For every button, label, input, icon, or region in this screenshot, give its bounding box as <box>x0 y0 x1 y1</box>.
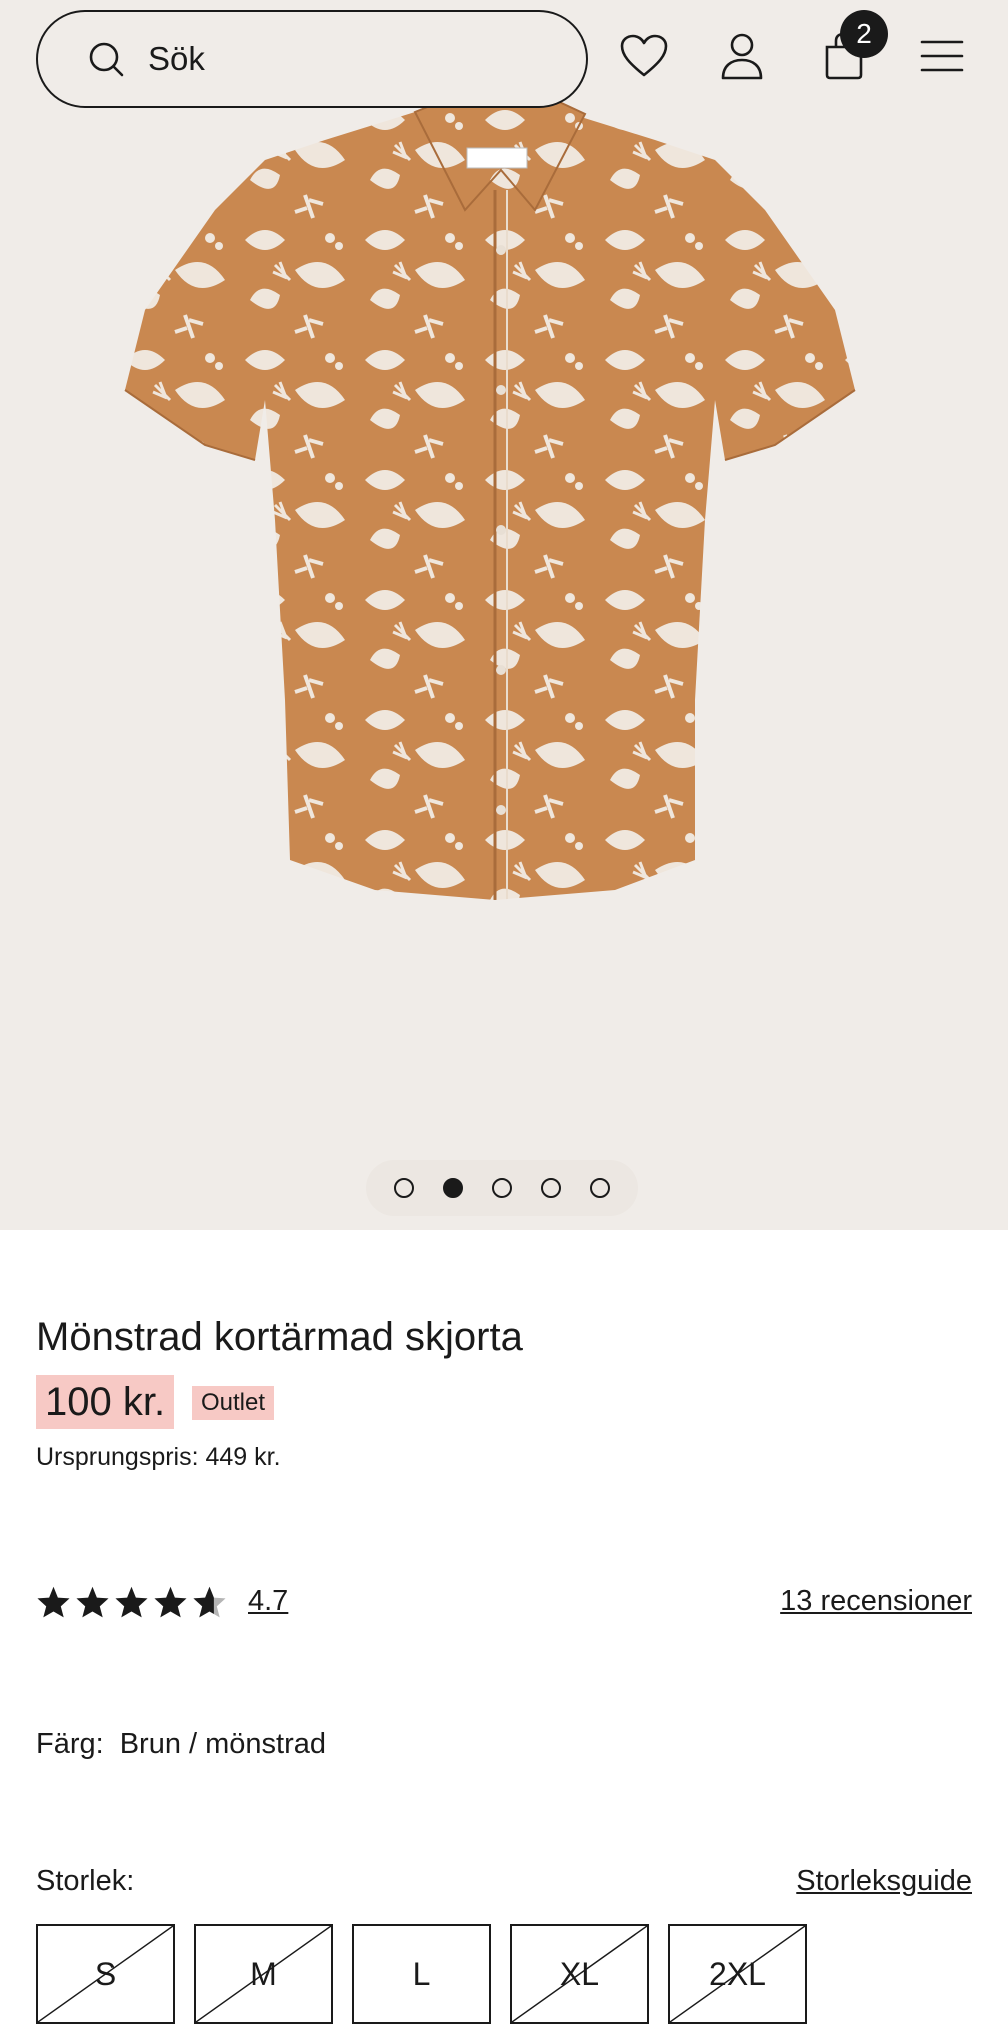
outlet-badge: Outlet <box>192 1386 275 1420</box>
gallery-pagination <box>366 1160 638 1216</box>
heart-icon <box>620 34 668 77</box>
star-full-icon <box>154 1586 187 1618</box>
size-option-label: XL <box>559 1955 600 1992</box>
product-title: Mönstrad kortärmad skjorta <box>36 1315 523 1359</box>
size-option-m[interactable]: M <box>194 1924 333 2024</box>
sale-price: 100 kr. <box>36 1375 175 1429</box>
gallery-dot-1[interactable] <box>394 1178 415 1198</box>
gallery-dot-3[interactable] <box>491 1178 512 1198</box>
original-price: Ursprungspris: 449 kr. <box>36 1443 281 1471</box>
color-label: Färg: <box>36 1728 104 1760</box>
size-label: Storlek: <box>36 1865 135 1897</box>
rating-stars[interactable] <box>36 1585 227 1619</box>
account-button[interactable] <box>714 28 770 84</box>
cart-count-badge: 2 <box>840 10 888 58</box>
size-option-label: L <box>412 1955 431 1992</box>
color-row: Färg: Brun / mönstrad <box>36 1728 326 1761</box>
search-input[interactable] <box>148 40 528 78</box>
size-option-l[interactable]: L <box>352 1924 491 2024</box>
wishlist-button[interactable] <box>616 28 672 84</box>
star-full-icon <box>76 1586 109 1618</box>
user-icon <box>721 33 763 80</box>
reviews-link[interactable]: 13 recensioner <box>780 1585 972 1618</box>
color-value: Brun / mönstrad <box>119 1728 327 1760</box>
size-option-label: 2XL <box>709 1955 766 1992</box>
top-bar: 2 <box>0 0 1008 120</box>
size-option-s[interactable]: S <box>36 1924 175 2024</box>
gallery-dot-5[interactable] <box>589 1178 610 1198</box>
gallery-dot-2[interactable] <box>443 1178 464 1198</box>
size-option-xl[interactable]: XL <box>510 1924 649 2024</box>
size-selector: S M L XL 2XL <box>36 1924 807 2024</box>
star-full-icon <box>37 1586 70 1618</box>
menu-button[interactable] <box>914 28 970 84</box>
gallery-dot-4[interactable] <box>540 1178 561 1198</box>
star-full-icon <box>115 1586 148 1618</box>
size-option-2xl[interactable]: 2XL <box>668 1924 807 2024</box>
rating-value-link[interactable]: 4.7 <box>248 1585 288 1618</box>
size-option-label: M <box>250 1955 277 1992</box>
search-icon <box>89 42 124 77</box>
size-guide-link[interactable]: Storleksguide <box>796 1865 972 1898</box>
hamburger-menu-icon <box>920 40 964 72</box>
product-image-gallery[interactable] <box>0 0 1008 1230</box>
search-bar[interactable] <box>36 10 588 108</box>
product-image[interactable] <box>115 100 895 930</box>
size-option-label: S <box>94 1955 117 1992</box>
star-partial-icon <box>193 1586 226 1618</box>
